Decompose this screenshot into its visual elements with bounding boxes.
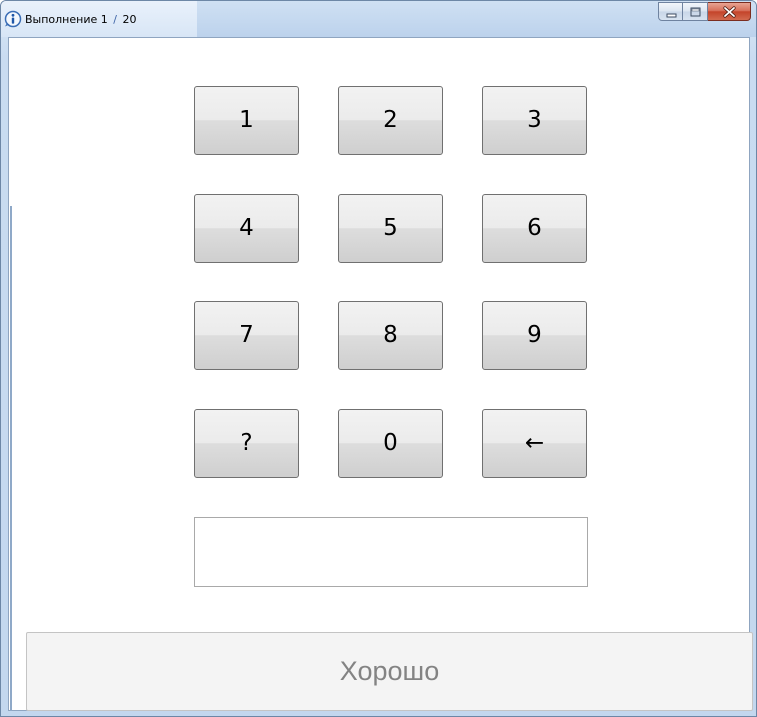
- key-7[interactable]: 7: [194, 301, 299, 370]
- step-separator: /: [113, 13, 117, 26]
- window-title: Выполнение 1 / 20: [25, 13, 136, 26]
- key-label: 8: [383, 322, 398, 348]
- app-window: Выполнение 1 / 20 1 2 3 4 5 6 7 8 9 ? 0 …: [0, 0, 757, 717]
- key-label: ?: [240, 430, 253, 456]
- ok-button-label: Хорошо: [339, 656, 440, 686]
- window-edge-accent: [10, 206, 12, 711]
- key-1[interactable]: 1: [194, 86, 299, 155]
- key-2[interactable]: 2: [338, 86, 443, 155]
- title-bar[interactable]: Выполнение 1 / 20: [1, 1, 756, 37]
- key-4[interactable]: 4: [194, 194, 299, 263]
- key-5[interactable]: 5: [338, 194, 443, 263]
- close-button[interactable]: [708, 2, 751, 21]
- key-label: 4: [239, 215, 254, 241]
- key-label: 0: [383, 430, 398, 456]
- maximize-button[interactable]: [683, 2, 708, 21]
- title-prefix: Выполнение: [25, 13, 98, 26]
- key-3[interactable]: 3: [482, 86, 587, 155]
- current-step: 1: [100, 13, 108, 26]
- minimize-button[interactable]: [658, 2, 683, 21]
- title-area: Выполнение 1 / 20: [1, 1, 197, 37]
- key-9[interactable]: 9: [482, 301, 587, 370]
- key-backspace[interactable]: ←: [482, 409, 587, 478]
- key-label: 1: [239, 107, 254, 133]
- key-help[interactable]: ?: [194, 409, 299, 478]
- key-label: 6: [527, 215, 542, 241]
- caption-buttons: [658, 2, 751, 21]
- key-label: 9: [527, 322, 542, 348]
- key-label: 7: [239, 322, 254, 348]
- key-label: 2: [383, 107, 398, 133]
- key-6[interactable]: 6: [482, 194, 587, 263]
- answer-input[interactable]: [194, 517, 588, 587]
- key-0[interactable]: 0: [338, 409, 443, 478]
- total-steps: 20: [122, 13, 137, 26]
- close-icon: [723, 6, 736, 18]
- info-icon: [4, 10, 22, 28]
- key-label: 5: [383, 215, 398, 241]
- maximize-icon: [690, 7, 701, 17]
- key-8[interactable]: 8: [338, 301, 443, 370]
- backspace-arrow-icon: ←: [524, 430, 545, 456]
- ok-button[interactable]: Хорошо: [26, 632, 753, 711]
- key-label: 3: [527, 107, 542, 133]
- minimize-icon: [666, 13, 677, 18]
